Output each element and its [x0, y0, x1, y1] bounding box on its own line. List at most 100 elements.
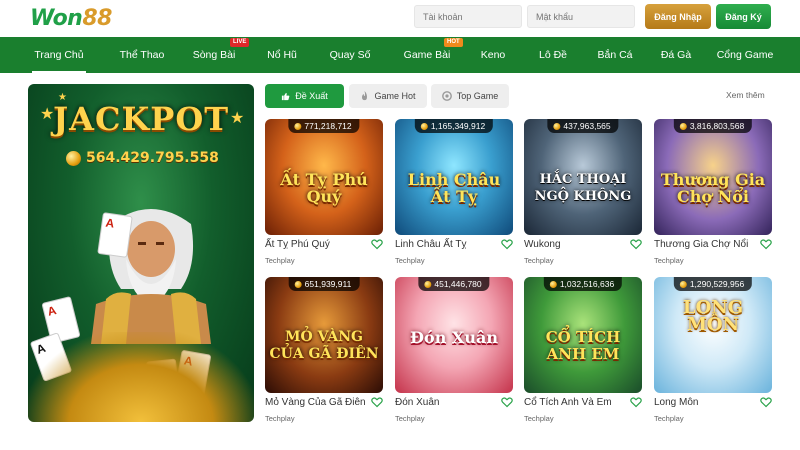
- game-card[interactable]: Đón Xuân 451,446,780 Đón Xuân Techplay: [395, 277, 513, 427]
- game-provider: Techplay: [395, 256, 425, 265]
- nav-label: Game Bài: [403, 49, 451, 61]
- login-button[interactable]: Đăng Nhập: [645, 4, 711, 29]
- favorite-heart-icon[interactable]: [760, 238, 772, 250]
- playing-card-image: A: [97, 212, 133, 258]
- header: Won88 Đăng Nhập Đăng Ký: [0, 0, 800, 37]
- thumbnail-title: Linh Châu Ất Tỵ: [407, 170, 501, 206]
- game-card[interactable]: CỔ TÍCH ANH EM 1,032,516,636 Cổ Tích Anh…: [524, 277, 642, 427]
- coin-icon: [679, 122, 687, 130]
- nav-item-card-games[interactable]: Game Bài HOT: [390, 37, 464, 73]
- coin-icon: [294, 280, 302, 288]
- game-name: Đón Xuân: [395, 397, 440, 408]
- jackpot-value: 3,816,803,568: [689, 121, 745, 131]
- flame-icon: [362, 91, 368, 101]
- game-thumbnail[interactable]: CỔ TÍCH ANH EM 1,032,516,636: [524, 277, 642, 393]
- nav-item-casino[interactable]: Sòng Bài LIVE: [178, 37, 250, 73]
- jackpot-pill: 437,963,565: [547, 119, 619, 133]
- nav-item-lottery[interactable]: Quay Số: [314, 37, 386, 73]
- game-card[interactable]: Linh Châu Ất Tỵ 1,165,349,912 Linh Châu …: [395, 119, 513, 269]
- tab-suggested[interactable]: Đề Xuất: [265, 84, 344, 108]
- game-thumbnail[interactable]: Đón Xuân 451,446,780: [395, 277, 513, 393]
- trophy-icon: [441, 91, 452, 101]
- game-provider: Techplay: [395, 414, 425, 423]
- nav-item-cockfight[interactable]: Đá Gà: [648, 37, 704, 73]
- tab-label: Top Game: [456, 91, 499, 101]
- coin-icon: [66, 150, 81, 166]
- favorite-heart-icon[interactable]: [630, 238, 642, 250]
- nav-label: Quay Số: [329, 49, 371, 61]
- jackpot-amount: 564.429.795.558: [86, 150, 219, 166]
- live-badge: LIVE: [230, 38, 250, 47]
- nav-item-lode[interactable]: Lô Đề: [524, 37, 582, 73]
- game-name: Long Môn: [654, 397, 699, 408]
- favorite-heart-icon[interactable]: [501, 238, 513, 250]
- jackpot-banner[interactable]: ★ ★ ★ JACKPOT 564.429.795.558 A A A A A: [28, 84, 254, 422]
- nav-label: Bắn Cá: [597, 49, 633, 61]
- jackpot-value: 1,165,349,912: [430, 121, 486, 131]
- favorite-heart-icon[interactable]: [501, 396, 513, 408]
- jackpot-value: 651,939,911: [304, 279, 352, 289]
- tab-game-hot[interactable]: Game Hot: [349, 84, 427, 108]
- game-thumbnail[interactable]: Ất Tỵ Phú Quý 771,218,712: [265, 119, 383, 235]
- coin-icon: [420, 122, 428, 130]
- hot-badge: HOT: [444, 38, 463, 47]
- game-provider: Techplay: [524, 256, 554, 265]
- nav-label: Trang Chủ: [34, 49, 84, 61]
- favorite-heart-icon[interactable]: [371, 396, 383, 408]
- nav-label: Lô Đề: [538, 49, 568, 61]
- tab-top-game[interactable]: Top Game: [431, 84, 509, 108]
- jackpot-pill: 1,290,529,956: [673, 277, 753, 291]
- game-name: Mỏ Vàng Của Gã Điên: [265, 397, 366, 408]
- game-card[interactable]: MỎ VÀNG CỦA GÃ ĐIÊN 651,939,911 Mỏ Vàng …: [265, 277, 383, 427]
- thumbnail-title: MỎ VÀNG CỦA GÃ ĐIÊN: [269, 329, 379, 362]
- nav-item-slots[interactable]: Nổ Hũ: [252, 37, 312, 73]
- thumbnail-title: LONG MÔN: [682, 297, 744, 335]
- nav-item-fishing[interactable]: Bắn Cá: [586, 37, 644, 73]
- nav-item-keno[interactable]: Keno: [468, 37, 518, 73]
- jackpot-pill: 451,446,780: [418, 277, 490, 291]
- nav-label: Thể Thao: [119, 49, 165, 61]
- coin-icon: [294, 122, 302, 130]
- game-name: Wukong: [524, 239, 561, 250]
- nav-label: Keno: [480, 49, 506, 61]
- jackpot-pill: 1,032,516,636: [543, 277, 623, 291]
- game-card[interactable]: Ất Tỵ Phú Quý 771,218,712 Ất Tỵ Phú Quý …: [265, 119, 383, 269]
- game-thumbnail[interactable]: LONG MÔN 1,290,529,956: [654, 277, 772, 393]
- game-thumbnail[interactable]: MỎ VÀNG CỦA GÃ ĐIÊN 651,939,911: [265, 277, 383, 393]
- jackpot-value: 451,446,780: [434, 279, 482, 289]
- register-button[interactable]: Đăng Ký: [716, 4, 771, 29]
- jackpot-pill: 3,816,803,568: [673, 119, 753, 133]
- game-card[interactable]: Thương Gia Chợ Nổi 3,816,803,568 Thương …: [654, 119, 772, 269]
- favorite-heart-icon[interactable]: [371, 238, 383, 250]
- coin-icon: [549, 280, 557, 288]
- nav-item-sports[interactable]: Thể Thao: [106, 37, 178, 73]
- logo-number: 88: [82, 5, 112, 31]
- jackpot-title: JACKPOT: [53, 100, 229, 138]
- game-card[interactable]: LONG MÔN 1,290,529,956 Long Môn Techplay: [654, 277, 772, 427]
- jackpot-pill: 1,165,349,912: [414, 119, 494, 133]
- coin-icon: [679, 280, 687, 288]
- password-input[interactable]: [527, 5, 635, 28]
- game-thumbnail[interactable]: Thương Gia Chợ Nổi 3,816,803,568: [654, 119, 772, 235]
- jackpot-amount-row: 564.429.795.558: [66, 150, 219, 166]
- favorite-heart-icon[interactable]: [630, 396, 642, 408]
- tab-label: Game Hot: [374, 91, 416, 101]
- game-thumbnail[interactable]: HẮC THOẠI NGỘ KHÔNG 437,963,565: [524, 119, 642, 235]
- username-input[interactable]: [414, 5, 522, 28]
- won88-logo[interactable]: Won88: [30, 5, 112, 31]
- jackpot-value: 771,218,712: [304, 121, 352, 131]
- coin-icon: [424, 280, 432, 288]
- nav-label: Cổng Game: [716, 49, 774, 61]
- game-name: Cổ Tích Anh Và Em: [524, 397, 612, 408]
- favorite-heart-icon[interactable]: [760, 396, 772, 408]
- coin-icon: [553, 122, 561, 130]
- jackpot-pill: 771,218,712: [288, 119, 360, 133]
- gold-coins-pile: [28, 332, 254, 422]
- game-thumbnail[interactable]: Linh Châu Ất Tỵ 1,165,349,912: [395, 119, 513, 235]
- see-more-link[interactable]: Xem thêm: [726, 90, 765, 100]
- thumbnail-title: Đón Xuân: [410, 328, 498, 347]
- game-provider: Techplay: [654, 414, 684, 423]
- nav-item-home[interactable]: Trang Chủ: [28, 37, 90, 73]
- nav-item-game-portal[interactable]: Cổng Game: [710, 37, 780, 73]
- game-card[interactable]: HẮC THOẠI NGỘ KHÔNG 437,963,565 Wukong T…: [524, 119, 642, 269]
